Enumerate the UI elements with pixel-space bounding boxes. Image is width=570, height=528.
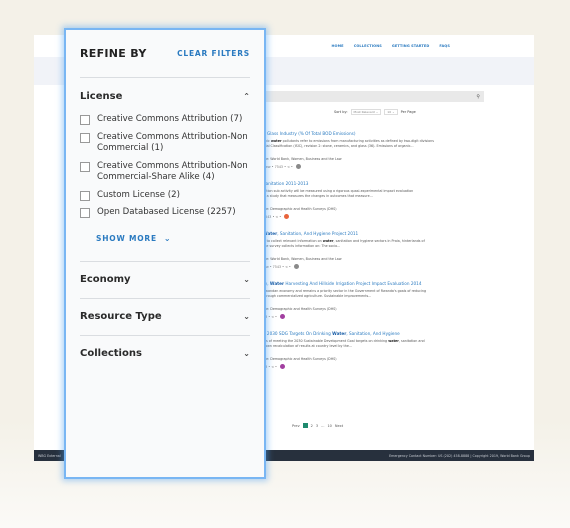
page-ellipsis: ... <box>321 423 325 428</box>
panel-title: REFINE BY <box>80 47 147 60</box>
chevron-up-icon[interactable]: ⌃ <box>243 92 250 101</box>
checkbox[interactable] <box>80 115 90 125</box>
result-item: e 2030 SDG Targets On Drinking Water, Sa… <box>263 331 493 369</box>
nav-collections[interactable]: COLLECTIONS <box>354 44 382 48</box>
filter-section-collections: Collections ⌄ <box>80 336 250 372</box>
next-page[interactable]: Next <box>335 424 343 428</box>
result-title[interactable]: ry, Water Harvesting And Hillside Irriga… <box>263 281 493 286</box>
panel-header: REFINE BY CLEAR FILTERS <box>80 30 250 78</box>
footer-right: Emergency Contact Number: US (202) 458-8… <box>389 454 530 458</box>
page-link[interactable]: 2 <box>311 424 313 428</box>
per-page-value: 10 <box>387 110 392 114</box>
chevron-down-icon: ⌄ <box>163 234 172 243</box>
option-label: Creative Commons Attribution (7) <box>97 114 243 124</box>
filter-option[interactable]: Creative Commons Attribution-Non Commerc… <box>80 161 250 184</box>
sort-label: Sort by: <box>334 110 348 114</box>
option-label: Open Databased License (2257) <box>97 207 236 217</box>
page-link[interactable]: 3 <box>316 424 318 428</box>
checkbox[interactable] <box>80 132 90 143</box>
show-more-label: SHOW MORE <box>96 234 157 243</box>
search-input[interactable]: ⚲ <box>264 91 484 102</box>
result-desc-2: trial Classification (ISIC), revision 2:… <box>263 144 414 148</box>
result-desc-2: is a study that measures the changes in … <box>263 194 373 198</box>
sort-value: Most Relevant <box>353 110 375 114</box>
result-meta: iew • 7543 • < • <box>263 264 493 269</box>
filter-section-economy: Economy ⌄ <box>80 262 250 299</box>
result-title[interactable]: d Glass Industry (% Of Total BOD Emissio… <box>263 131 493 136</box>
nav-getting-started[interactable]: GETTING STARTED <box>392 44 430 48</box>
result-item: Sanitation 2011-2013 tation sub activity… <box>263 181 493 219</box>
format-badge-icon <box>280 314 285 319</box>
format-badge-icon <box>295 164 301 169</box>
resource-type-header[interactable]: Resource Type ⌄ <box>80 299 250 335</box>
result-source: rce: Demographic and Health Surveys (DHS… <box>263 207 337 211</box>
filter-option[interactable]: Creative Commons Attribution-Non Commerc… <box>80 132 250 155</box>
result-desc-2: the survey collects information on: The … <box>263 244 341 248</box>
pagination: Prev 1 2 3 ... 10 Next <box>292 423 343 428</box>
clear-filters-button[interactable]: CLEAR FILTERS <box>177 49 250 58</box>
result-item: d Glass Industry (% Of Total BOD Emissio… <box>263 131 493 169</box>
filter-option[interactable]: Open Databased License (2257) <box>80 207 250 219</box>
result-meta: 03 • < • <box>263 314 493 319</box>
filter-section-resource-type: Resource Type ⌄ <box>80 299 250 336</box>
nav-home[interactable]: HOME <box>332 44 344 48</box>
page-link[interactable]: 10 <box>327 424 331 428</box>
per-page-select[interactable]: 10 ⌄ <box>384 109 398 115</box>
result-source: rce: World Bank, Women, Business and the… <box>263 157 342 161</box>
refine-panel: REFINE BY CLEAR FILTERS License ⌃ Creati… <box>64 28 266 479</box>
option-label: Creative Commons Attribution-Non Commerc… <box>97 160 248 183</box>
option-label: Creative Commons Attribution-Non Commerc… <box>97 131 248 154</box>
option-label: Custom License (2) <box>97 189 180 200</box>
footer-left[interactable]: WBG External <box>38 454 61 458</box>
filter-option[interactable]: Custom License (2) <box>80 190 250 202</box>
result-source: rce: World Bank, Women, Business and the… <box>263 257 342 261</box>
format-badge-icon <box>293 264 299 269</box>
filter-option[interactable]: Creative Commons Attribution (7) <box>80 114 250 126</box>
result-meta: 7543 • < • <box>263 214 493 219</box>
result-meta: view • 7543 • < • <box>263 164 493 169</box>
format-badge-icon <box>284 214 290 219</box>
collections-header[interactable]: Collections ⌄ <box>80 336 250 372</box>
checkbox[interactable] <box>80 208 90 218</box>
section-title: Resource Type <box>80 311 162 322</box>
search-icon[interactable]: ⚲ <box>476 94 480 100</box>
current-page[interactable]: 1 <box>302 423 308 428</box>
result-source: rce: Demographic and Health Surveys (DHS… <box>263 307 337 311</box>
result-item: Water, Sanitation, And Hygiene Project 2… <box>263 231 493 269</box>
results-list: d Glass Industry (% Of Total BOD Emissio… <box>263 131 493 381</box>
section-title: License <box>80 90 123 102</box>
license-options: Creative Commons Attribution (7) Creativ… <box>80 114 250 261</box>
result-title[interactable]: Water, Sanitation, And Hygiene Project 2… <box>263 231 493 236</box>
result-desc-2: through commercialized agriculture. Sust… <box>263 294 372 298</box>
checkbox[interactable] <box>80 161 90 172</box>
license-header[interactable]: License ⌃ <box>80 78 250 114</box>
checkbox[interactable] <box>80 190 90 201</box>
result-title[interactable]: e 2030 SDG Targets On Drinking Water, Sa… <box>263 331 493 336</box>
sort-controls: Sort by: Most Relevant ⌄ 10 ⌄ Per Page <box>334 109 416 115</box>
result-title[interactable]: Sanitation 2011-2013 <box>263 181 493 186</box>
nav-faqs[interactable]: FAQS <box>439 44 450 48</box>
sort-select[interactable]: Most Relevant ⌄ <box>350 109 382 115</box>
show-more-button[interactable]: SHOW MORE ⌄ <box>96 229 250 249</box>
section-title: Collections <box>80 348 142 359</box>
result-meta: 03 • < • <box>263 364 493 369</box>
chevron-down-icon[interactable]: ⌄ <box>243 275 250 284</box>
filter-section-license: License ⌃ Creative Commons Attribution (… <box>80 78 250 262</box>
section-title: Economy <box>80 274 131 285</box>
chevron-down-icon[interactable]: ⌄ <box>243 349 250 358</box>
chevron-down-icon[interactable]: ⌄ <box>243 312 250 321</box>
economy-header[interactable]: Economy ⌄ <box>80 262 250 298</box>
result-source: rce: Demographic and Health Surveys (DHS… <box>263 357 337 361</box>
per-page-label: Per Page <box>400 110 416 114</box>
format-badge-icon <box>280 364 285 369</box>
result-item: ry, Water Harvesting And Hillside Irriga… <box>263 281 493 319</box>
result-desc-2: down recalculation of results at country… <box>263 344 353 348</box>
prev-page[interactable]: Prev <box>292 424 300 428</box>
